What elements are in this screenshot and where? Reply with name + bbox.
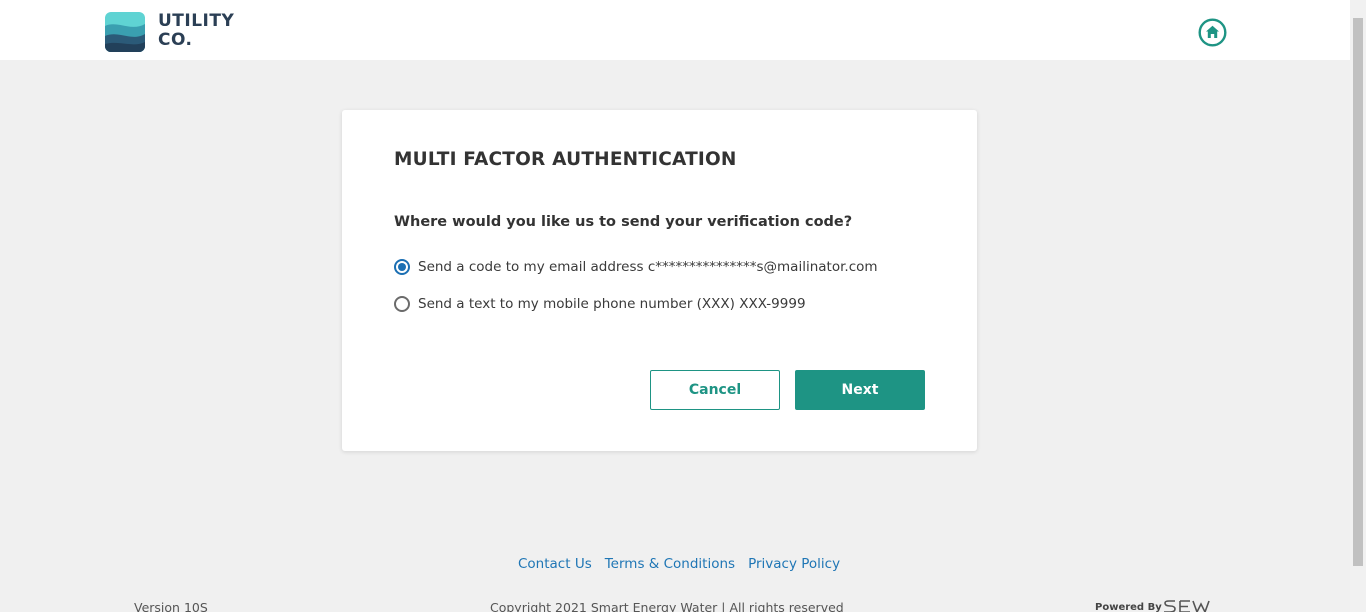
brand-name: UTILITY CO. [158, 12, 234, 50]
home-icon [1198, 18, 1227, 47]
copyright-text: Copyright 2021 Smart Energy Water | All … [490, 600, 844, 612]
brand-line-2: CO. [158, 30, 193, 50]
verification-question: Where would you like us to send your ver… [394, 214, 853, 230]
utility-co-logo[interactable] [105, 12, 145, 52]
brand-line-1: UTILITY [158, 11, 235, 31]
version-text: Version 10S [134, 600, 208, 612]
sms-option[interactable]: Send a text to my mobile phone number (X… [394, 294, 806, 314]
scrollbar-thumb[interactable] [1353, 18, 1363, 566]
top-header: UTILITY CO. [0, 0, 1350, 60]
email-option[interactable]: Send a code to my email address c*******… [394, 257, 878, 277]
powered-by-text: Powered By [1095, 602, 1162, 612]
email-option-label: Send a code to my email address c*******… [418, 259, 878, 275]
mfa-card: MULTI FACTOR AUTHENTICATION Where would … [342, 110, 977, 451]
sms-radio[interactable] [394, 296, 410, 312]
sew-logo [1164, 600, 1210, 612]
terms-link[interactable]: Terms & Conditions [605, 556, 735, 572]
next-button[interactable]: Next [795, 370, 925, 410]
sms-option-label: Send a text to my mobile phone number (X… [418, 296, 806, 312]
home-button[interactable] [1198, 18, 1227, 47]
vertical-scrollbar[interactable] [1350, 0, 1366, 612]
footer-links: Contact Us Terms & Conditions Privacy Po… [518, 556, 840, 572]
privacy-policy-link[interactable]: Privacy Policy [748, 556, 840, 572]
page-title: MULTI FACTOR AUTHENTICATION [394, 149, 737, 170]
email-radio[interactable] [394, 259, 410, 275]
cancel-button[interactable]: Cancel [650, 370, 780, 410]
contact-us-link[interactable]: Contact Us [518, 556, 592, 572]
